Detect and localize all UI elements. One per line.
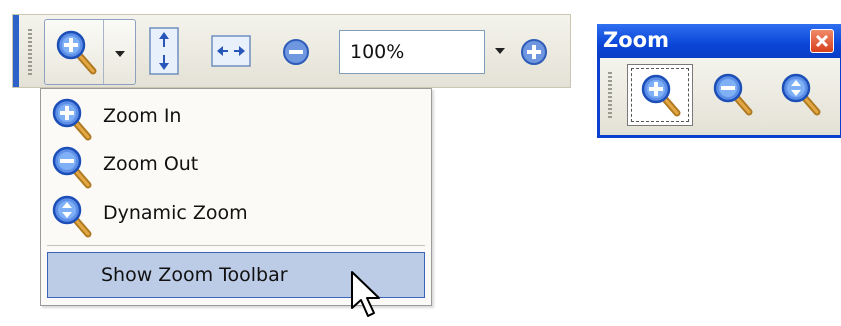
close-button[interactable] <box>810 29 834 53</box>
zoom-toolbar-window: Zoom <box>597 24 841 138</box>
zoom-level-input[interactable]: 100% <box>339 30 485 74</box>
fit-width-icon[interactable] <box>211 35 251 71</box>
menu-item-zoom-in[interactable]: Zoom In <box>41 93 431 141</box>
window-title: Zoom <box>603 28 669 52</box>
fit-page-icon[interactable] <box>149 27 179 79</box>
magnifier-plus-icon <box>640 73 682 121</box>
menu-item-dynamic-zoom[interactable]: Dynamic Zoom <box>41 190 431 238</box>
magnifier-minus-icon[interactable] <box>712 72 754 120</box>
zoom-toolbar-body <box>600 58 840 135</box>
minus-circle-icon[interactable] <box>282 38 310 70</box>
close-icon <box>815 34 829 48</box>
magnifier-minus-icon <box>51 145 93 193</box>
magnifier-dynamic-icon[interactable] <box>780 72 822 120</box>
menu-item-label: Zoom In <box>103 105 182 127</box>
magnifier-plus-icon <box>51 97 93 145</box>
menu-item-label: Zoom Out <box>103 153 199 175</box>
zoom-split-button[interactable] <box>44 19 136 85</box>
menu-item-label: Dynamic Zoom <box>103 202 248 224</box>
menu-separator <box>47 245 425 246</box>
chevron-down-icon[interactable] <box>115 51 125 57</box>
magnifier-dynamic-icon <box>51 194 93 242</box>
toolbar-grip-handle[interactable] <box>608 72 612 120</box>
zoom-toolbar: 100% <box>12 14 571 88</box>
split-divider <box>103 20 104 84</box>
toolbar-accent-bar <box>13 15 19 87</box>
window-titlebar[interactable]: Zoom <box>597 24 841 58</box>
zoom-in-button[interactable] <box>627 64 693 126</box>
magnifier-plus-icon[interactable] <box>55 29 97 79</box>
toolbar-grip-handle[interactable] <box>28 29 32 75</box>
menu-item-zoom-out[interactable]: Zoom Out <box>41 141 431 189</box>
menu-item-label: Show Zoom Toolbar <box>101 264 288 286</box>
plus-circle-icon[interactable] <box>520 38 548 70</box>
mouse-cursor-icon <box>350 270 384 326</box>
chevron-down-icon[interactable] <box>495 48 505 54</box>
